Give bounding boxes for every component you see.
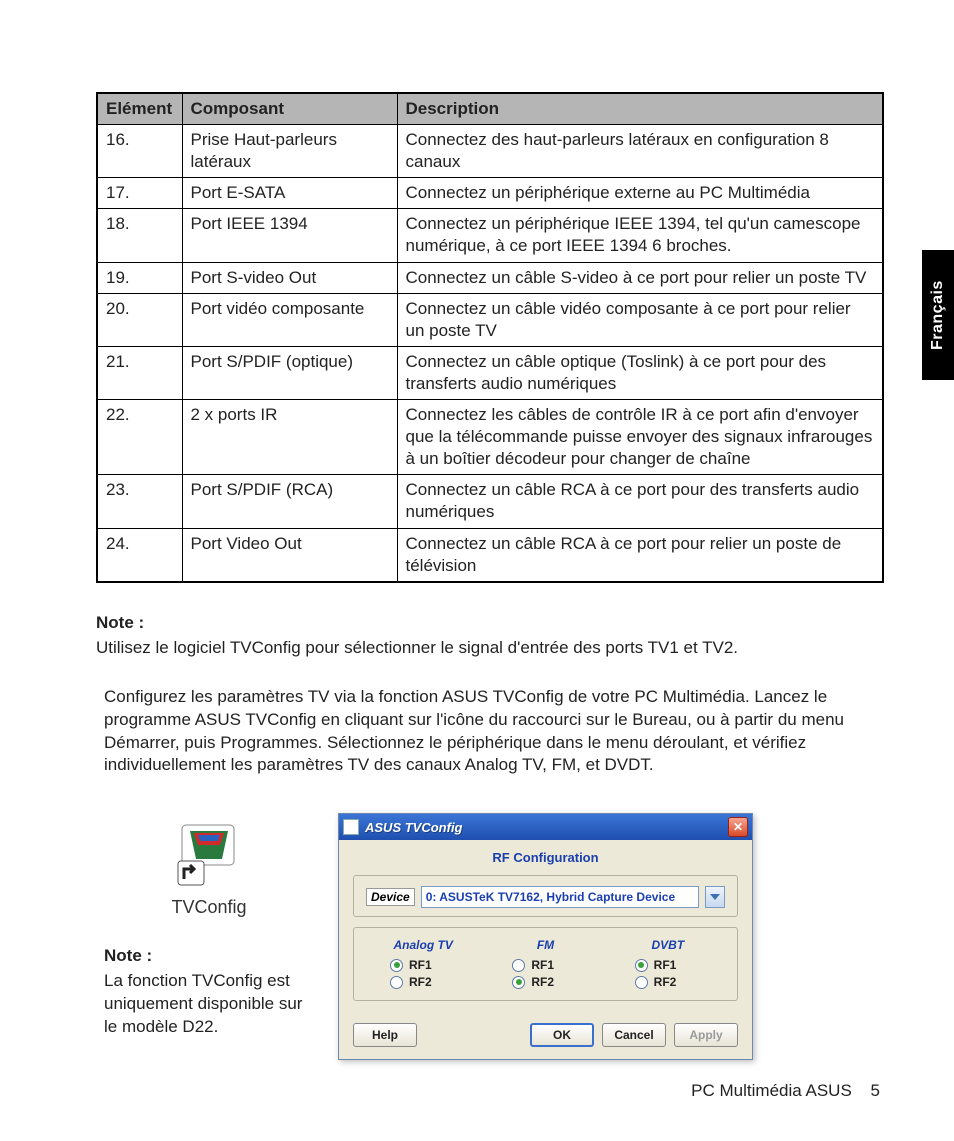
apply-button[interactable]: Apply — [674, 1023, 738, 1047]
chevron-down-icon — [710, 894, 720, 900]
radio-indicator — [512, 976, 525, 989]
note-label: Note : — [104, 946, 314, 966]
radio-indicator — [390, 959, 403, 972]
rf-column-header: Analog TV — [366, 938, 480, 952]
radio-indicator — [390, 976, 403, 989]
radio-label: RF2 — [409, 975, 432, 989]
page-footer: PC Multimédia ASUS 5 — [691, 1081, 880, 1101]
cell-component: Port IEEE 1394 — [182, 209, 397, 262]
cell-element: 18. — [97, 209, 182, 262]
radio-option[interactable]: RF2 — [512, 975, 602, 989]
radio-label: RF1 — [654, 958, 677, 972]
table-row: 16.Prise Haut-parleurs latérauxConnectez… — [97, 125, 883, 178]
close-button[interactable]: ✕ — [728, 817, 748, 837]
device-label: Device — [366, 888, 415, 906]
table-header-row: Elément Composant Description — [97, 93, 883, 125]
tvconfig-shortcut-icon: TVConfig — [144, 813, 274, 918]
table-row: 18.Port IEEE 1394Connectez un périphériq… — [97, 209, 883, 262]
radio-option[interactable]: RF2 — [390, 975, 480, 989]
note-block-2: Note : La fonction TVConfig est uniqueme… — [104, 946, 314, 1039]
table-row: 20.Port vidéo composanteConnectez un câb… — [97, 293, 883, 346]
cell-element: 23. — [97, 475, 182, 528]
radio-label: RF2 — [531, 975, 554, 989]
cell-element: 20. — [97, 293, 182, 346]
cancel-button[interactable]: Cancel — [602, 1023, 666, 1047]
cell-component: 2 x ports IR — [182, 400, 397, 475]
radio-option[interactable]: RF2 — [635, 975, 725, 989]
tvconfig-dialog: ASUS TVConfig ✕ RF Configuration Device … — [338, 813, 753, 1060]
device-select[interactable]: 0: ASUSTeK TV7162, Hybrid Capture Device — [421, 886, 699, 908]
cell-component: Port E-SATA — [182, 178, 397, 209]
table-row: 21.Port S/PDIF (optique)Connectez un câb… — [97, 346, 883, 399]
cell-description: Connectez un périphérique IEEE 1394, tel… — [397, 209, 883, 262]
help-button[interactable]: Help — [353, 1023, 417, 1047]
close-icon: ✕ — [733, 820, 743, 834]
language-side-tab: Français — [922, 250, 954, 380]
rf-column: DVBT RF1 RF2 — [611, 938, 725, 992]
device-fieldset: Device 0: ASUSTeK TV7162, Hybrid Capture… — [353, 875, 738, 917]
radio-label: RF1 — [409, 958, 432, 972]
cell-element: 19. — [97, 262, 182, 293]
dialog-app-icon — [343, 819, 359, 835]
cell-description: Connectez un câble optique (Toslink) à c… — [397, 346, 883, 399]
cell-description: Connectez un câble RCA à ce port pour re… — [397, 528, 883, 582]
table-row: 24.Port Video OutConnectez un câble RCA … — [97, 528, 883, 582]
cell-description: Connectez les câbles de contrôle IR à ce… — [397, 400, 883, 475]
ok-button[interactable]: OK — [530, 1023, 594, 1047]
components-table: Elément Composant Description 16.Prise H… — [96, 92, 884, 583]
rf-fieldset: Analog TV RF1 RF2 FM RF1 RF2 DVBT RF1 RF2 — [353, 927, 738, 1001]
rf-column: FM RF1 RF2 — [488, 938, 602, 992]
cell-description: Connectez un périphérique externe au PC … — [397, 178, 883, 209]
col-header-description: Description — [397, 93, 883, 125]
rf-column-header: DVBT — [611, 938, 725, 952]
note-label: Note : — [96, 613, 144, 632]
table-row: 19.Port S-video OutConnectez un câble S-… — [97, 262, 883, 293]
table-row: 17.Port E-SATAConnectez un périphérique … — [97, 178, 883, 209]
cell-description: Connectez un câble vidéo composante à ce… — [397, 293, 883, 346]
note-block-1: Note : Utilisez le logiciel TVConfig pou… — [96, 613, 884, 660]
table-row: 23.Port S/PDIF (RCA)Connectez un câble R… — [97, 475, 883, 528]
radio-indicator — [512, 959, 525, 972]
radio-indicator — [635, 959, 648, 972]
cell-element: 16. — [97, 125, 182, 178]
radio-option[interactable]: RF1 — [512, 958, 602, 972]
page-number: 5 — [871, 1081, 880, 1100]
cell-component: Port Video Out — [182, 528, 397, 582]
radio-option[interactable]: RF1 — [390, 958, 480, 972]
footer-title: PC Multimédia ASUS — [691, 1081, 852, 1100]
cell-component: Port S-video Out — [182, 262, 397, 293]
cell-description: Connectez des haut-parleurs latéraux en … — [397, 125, 883, 178]
cell-component: Prise Haut-parleurs latéraux — [182, 125, 397, 178]
cell-element: 24. — [97, 528, 182, 582]
rf-column-header: FM — [488, 938, 602, 952]
radio-label: RF1 — [531, 958, 554, 972]
table-row: 22.2 x ports IRConnectez les câbles de c… — [97, 400, 883, 475]
dialog-titlebar: ASUS TVConfig ✕ — [339, 814, 752, 840]
cell-element: 22. — [97, 400, 182, 475]
dialog-section-title: RF Configuration — [353, 850, 738, 865]
cell-description: Connectez un câble RCA à ce port pour de… — [397, 475, 883, 528]
instruction-paragraph: Configurez les paramètres TV via la fonc… — [96, 686, 884, 778]
device-select-arrow[interactable] — [705, 886, 725, 908]
cell-description: Connectez un câble S-video à ce port pou… — [397, 262, 883, 293]
radio-option[interactable]: RF1 — [635, 958, 725, 972]
col-header-component: Composant — [182, 93, 397, 125]
cell-element: 21. — [97, 346, 182, 399]
note-text: La fonction TVConfig est uniquement disp… — [104, 970, 314, 1039]
cell-component: Port S/PDIF (RCA) — [182, 475, 397, 528]
note-text: Utilisez le logiciel TVConfig pour sélec… — [96, 637, 884, 660]
radio-label: RF2 — [654, 975, 677, 989]
shortcut-icon-label: TVConfig — [144, 897, 274, 918]
dialog-title: ASUS TVConfig — [365, 820, 728, 835]
radio-indicator — [635, 976, 648, 989]
col-header-element: Elément — [97, 93, 182, 125]
cell-component: Port S/PDIF (optique) — [182, 346, 397, 399]
cell-element: 17. — [97, 178, 182, 209]
cell-component: Port vidéo composante — [182, 293, 397, 346]
rf-column: Analog TV RF1 RF2 — [366, 938, 480, 992]
